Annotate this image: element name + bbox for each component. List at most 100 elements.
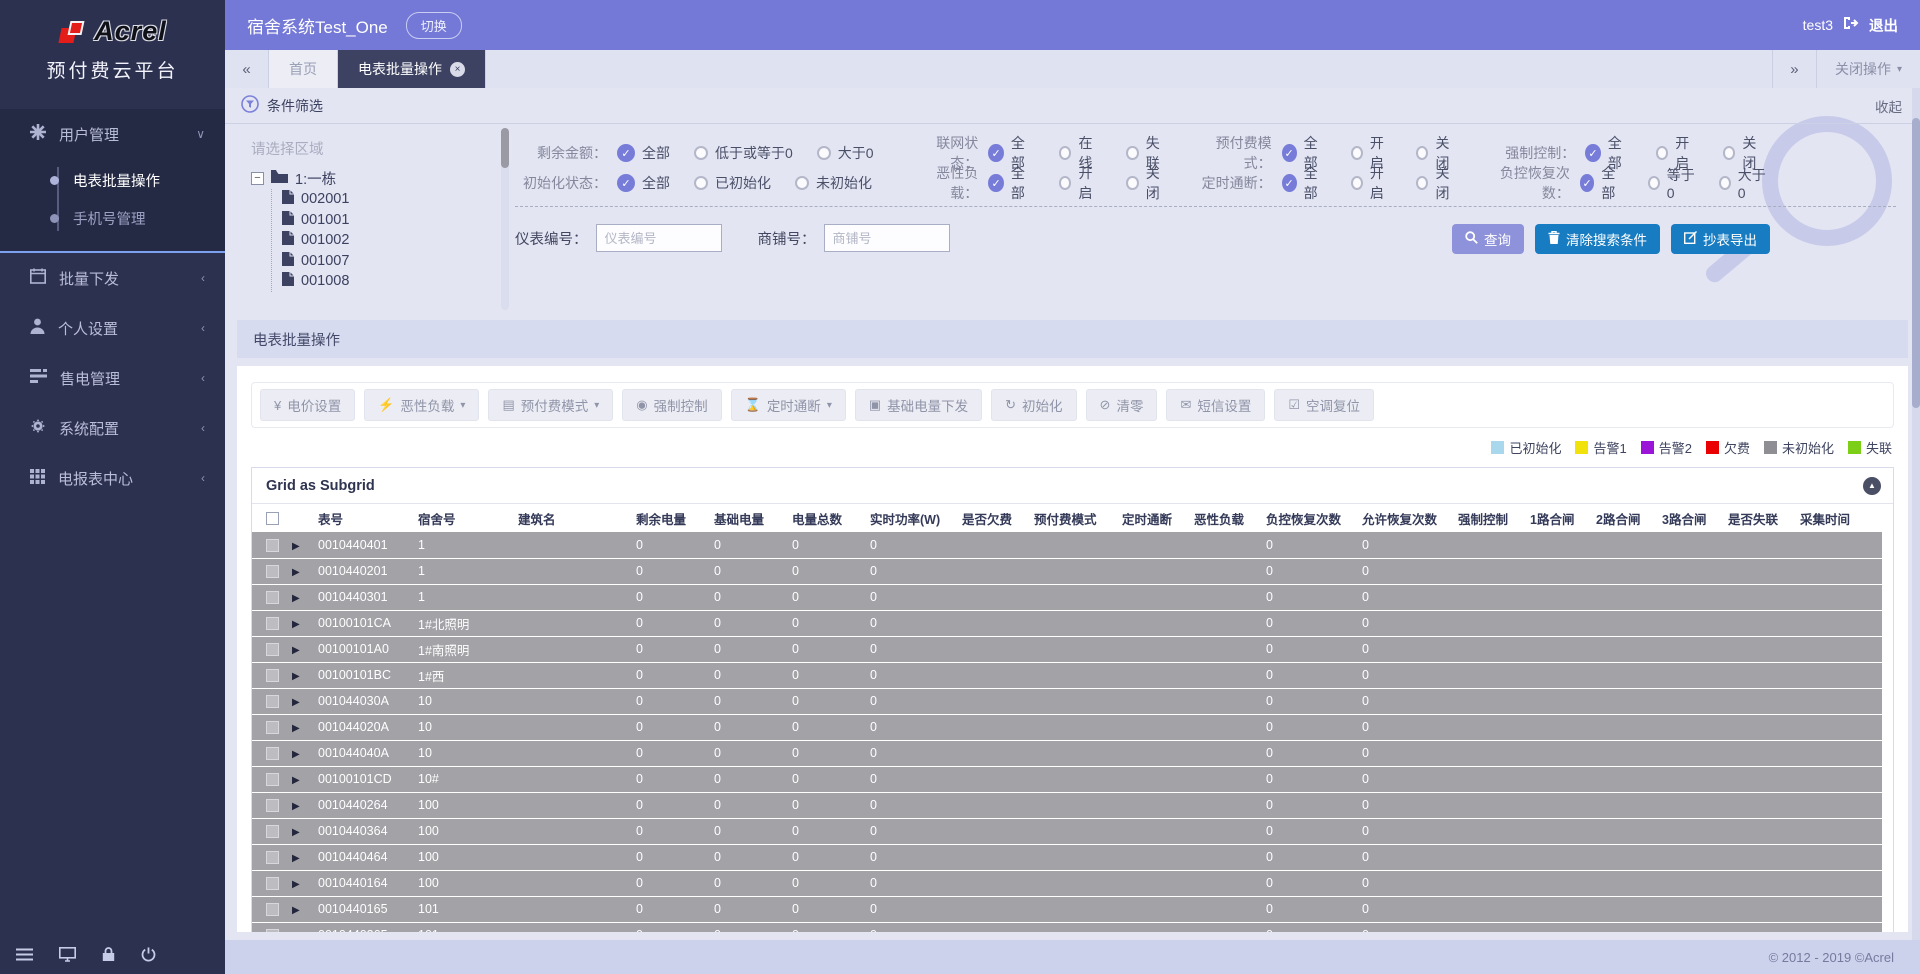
短信设置-button[interactable]: ✉短信设置: [1166, 389, 1265, 421]
仪表编号-input[interactable]: [596, 224, 722, 252]
expand-row-icon[interactable]: ▶: [292, 827, 300, 838]
radio-unchecked-icon[interactable]: [694, 176, 708, 190]
close-operations-menu[interactable]: 关闭操作▾: [1816, 50, 1920, 88]
expand-row-icon[interactable]: ▶: [292, 879, 300, 890]
恶性负载-button[interactable]: ⚡恶性负载▾: [364, 389, 479, 421]
collapse-filter-link[interactable]: 收起: [1875, 96, 1902, 116]
logout-button[interactable]: 退出: [1869, 15, 1898, 36]
expand-row-icon[interactable]: ▶: [292, 567, 300, 578]
sidebar-item-批量下发[interactable]: 批量下发‹: [0, 253, 225, 303]
col-header-定时通断[interactable]: 定时通断: [1118, 504, 1190, 532]
col-header-允许恢复次数[interactable]: 允许恢复次数: [1358, 504, 1454, 532]
row-checkbox[interactable]: [266, 539, 279, 552]
tree-node-room[interactable]: 001008: [272, 271, 509, 292]
sidebar-item-系统配置[interactable]: 系统配置‹: [0, 403, 225, 453]
sidebar-subitem-手机号管理[interactable]: 手机号管理: [0, 199, 225, 237]
tree-collapse-icon[interactable]: −: [251, 172, 264, 185]
grid-collapse-icon[interactable]: ▲: [1863, 477, 1881, 495]
expand-row-icon[interactable]: ▶: [292, 593, 300, 604]
radio-负控恢复次数-大于0[interactable]: 大于0: [1719, 165, 1766, 201]
col-header-1路合闸[interactable]: 1路合闸: [1526, 504, 1592, 532]
预付费模式-button[interactable]: ▤预付费模式▾: [488, 389, 613, 421]
expand-row-icon[interactable]: ▶: [292, 619, 300, 630]
radio-checked-icon[interactable]: ✓: [988, 174, 1004, 192]
tree-scrollbar-thumb[interactable]: [501, 128, 509, 168]
radio-初始化状态-已初始化[interactable]: 已初始化: [694, 173, 771, 193]
expand-row-icon[interactable]: ▶: [292, 645, 300, 656]
清除搜索条件-button[interactable]: 清除搜索条件: [1535, 224, 1660, 254]
page-scrollbar[interactable]: [1912, 88, 1920, 940]
radio-unchecked-icon[interactable]: [1416, 146, 1428, 160]
expand-row-icon[interactable]: ▶: [292, 671, 300, 682]
radio-负控恢复次数-全部[interactable]: ✓全部: [1580, 163, 1624, 203]
row-checkbox[interactable]: [266, 669, 279, 682]
tabs-scroll-left[interactable]: «: [225, 50, 269, 88]
抄表导出-button[interactable]: 抄表导出: [1671, 224, 1770, 254]
col-header-宿舍号[interactable]: 宿舍号: [414, 504, 514, 532]
电价设置-button[interactable]: ¥电价设置: [260, 389, 355, 421]
row-checkbox[interactable]: [266, 591, 279, 604]
radio-剩余金额-大于0[interactable]: 大于0: [817, 143, 874, 163]
radio-负控恢复次数-等于0[interactable]: 等于0: [1648, 165, 1695, 201]
lock-icon[interactable]: [102, 947, 115, 967]
tree-node-room[interactable]: 002001: [272, 189, 509, 210]
col-header-电量总数[interactable]: 电量总数: [788, 504, 866, 532]
col-header-建筑名[interactable]: 建筑名: [514, 504, 632, 532]
row-checkbox[interactable]: [266, 617, 279, 630]
radio-unchecked-icon[interactable]: [1416, 176, 1428, 190]
radio-checked-icon[interactable]: ✓: [1585, 144, 1601, 162]
col-header-强制控制[interactable]: 强制控制: [1454, 504, 1526, 532]
select-all-checkbox[interactable]: [266, 512, 279, 525]
col-header-实时功率(W)[interactable]: 实时功率(W): [866, 504, 958, 532]
row-checkbox[interactable]: [266, 773, 279, 786]
radio-unchecked-icon[interactable]: [1648, 176, 1660, 190]
col-header-采集时间[interactable]: 采集时间: [1796, 504, 1882, 532]
expand-row-icon[interactable]: ▶: [292, 905, 300, 916]
col-header-是否失联[interactable]: 是否失联: [1724, 504, 1796, 532]
row-checkbox[interactable]: [266, 903, 279, 916]
tree-node-room[interactable]: 001007: [272, 251, 509, 272]
radio-unchecked-icon[interactable]: [1719, 176, 1731, 190]
radio-checked-icon[interactable]: ✓: [617, 144, 635, 162]
radio-unchecked-icon[interactable]: [694, 146, 708, 160]
radio-unchecked-icon[interactable]: [1126, 176, 1138, 190]
radio-unchecked-icon[interactable]: [1656, 146, 1668, 160]
查询-button[interactable]: 查询: [1452, 224, 1524, 254]
row-checkbox[interactable]: [266, 851, 279, 864]
radio-unchecked-icon[interactable]: [1059, 176, 1071, 190]
expand-row-icon[interactable]: ▶: [292, 853, 300, 864]
expand-row-icon[interactable]: ▶: [292, 697, 300, 708]
expand-row-icon[interactable]: ▶: [292, 775, 300, 786]
expand-row-icon[interactable]: ▶: [292, 749, 300, 760]
row-checkbox[interactable]: [266, 799, 279, 812]
expand-row-icon[interactable]: ▶: [292, 723, 300, 734]
expand-row-icon[interactable]: ▶: [292, 541, 300, 552]
radio-checked-icon[interactable]: ✓: [1282, 174, 1297, 192]
tree-scrollbar[interactable]: [501, 128, 509, 310]
col-header-恶性负载[interactable]: 恶性负载: [1190, 504, 1262, 532]
switch-system-button[interactable]: 切换: [406, 12, 462, 39]
sidebar-item-用户管理[interactable]: 用户管理∨: [0, 109, 225, 159]
radio-unchecked-icon[interactable]: [1059, 146, 1071, 160]
radio-unchecked-icon[interactable]: [1723, 146, 1735, 160]
tab-close-icon[interactable]: ×: [450, 62, 465, 77]
col-header-预付费模式[interactable]: 预付费模式: [1030, 504, 1118, 532]
强制控制-button[interactable]: ◉强制控制: [622, 389, 721, 421]
row-checkbox[interactable]: [266, 929, 279, 932]
定时通断-button[interactable]: ⌛定时通断▾: [731, 389, 846, 421]
logout-icon[interactable]: [1843, 16, 1859, 35]
空调复位-button[interactable]: ☑空调复位: [1274, 389, 1374, 421]
col-header-剩余电量[interactable]: 剩余电量: [632, 504, 710, 532]
基础电量下发-button[interactable]: ▣基础电量下发: [855, 389, 982, 421]
radio-checked-icon[interactable]: ✓: [1580, 174, 1594, 192]
sidebar-item-售电管理[interactable]: 售电管理‹: [0, 353, 225, 403]
sidebar-item-电报表中心[interactable]: 电报表中心‹: [0, 453, 225, 503]
radio-定时通断-开启[interactable]: 开启: [1351, 163, 1393, 203]
col-header-2路合闸[interactable]: 2路合闸: [1592, 504, 1658, 532]
row-checkbox[interactable]: [266, 877, 279, 890]
tree-node-room[interactable]: 001001: [272, 210, 509, 231]
row-checkbox[interactable]: [266, 643, 279, 656]
商铺号-input[interactable]: [824, 224, 950, 252]
radio-恶性负载-关闭[interactable]: 关闭: [1126, 163, 1169, 203]
tab-meter-batch[interactable]: 电表批量操作 ×: [338, 50, 486, 88]
